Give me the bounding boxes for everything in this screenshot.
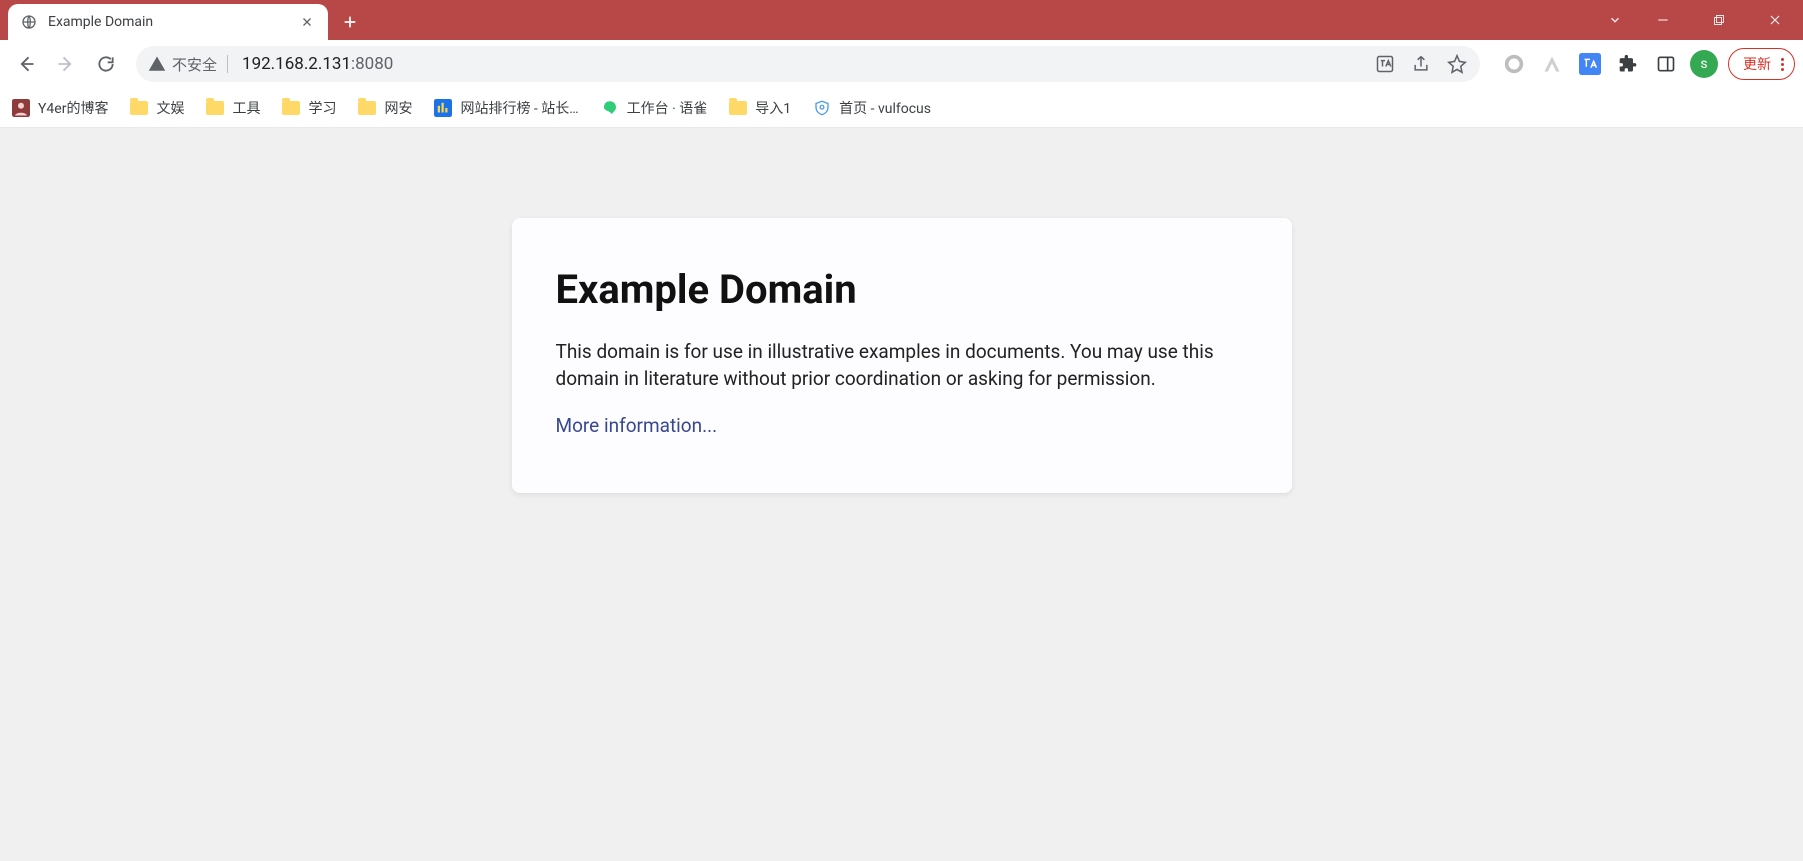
bookmark-label: 工作台 · 语雀: [627, 98, 708, 118]
bookmark-folder-gongju[interactable]: 工具: [206, 98, 260, 118]
tab-search-button[interactable]: [1595, 0, 1635, 40]
bookmark-site-ranking[interactable]: 网站排行榜 - 站长…: [434, 98, 578, 118]
minimize-button[interactable]: [1635, 0, 1691, 40]
toolbar-right: s 更新: [1492, 48, 1795, 80]
page-viewport: Example Domain This domain is for use in…: [0, 128, 1803, 861]
tab-title: Example Domain: [48, 14, 288, 30]
warning-icon: [148, 55, 166, 73]
folder-icon: [282, 99, 300, 117]
bookmark-folder-import1[interactable]: 导入1: [729, 98, 791, 118]
bookmark-label: 工具: [232, 98, 260, 118]
bookmarks-bar: Y4er的博客 文娱 工具 学习 网安 网站排行榜 - 站长… 工作台 · 语雀…: [0, 88, 1803, 128]
bookmark-label: 网站排行榜 - 站长…: [460, 98, 578, 118]
yuque-icon: [601, 99, 619, 117]
update-button[interactable]: 更新: [1728, 48, 1795, 80]
share-icon[interactable]: [1410, 53, 1432, 75]
extensions-puzzle-icon[interactable]: [1614, 50, 1642, 78]
avatar-initial: s: [1690, 50, 1718, 78]
globe-icon: [20, 13, 38, 31]
google-translate-ext-icon[interactable]: [1576, 50, 1604, 78]
folder-icon: [130, 99, 148, 117]
bookmark-folder-wangan[interactable]: 网安: [358, 98, 412, 118]
site-icon: [434, 99, 452, 117]
bookmark-star-icon[interactable]: [1446, 53, 1468, 75]
url-host: 192.168.2.131: [242, 54, 351, 74]
titlebar: Example Domain: [0, 0, 1803, 40]
bookmark-label: Y4er的博客: [38, 98, 108, 118]
kebab-menu-icon: [1777, 58, 1788, 71]
bookmark-label: 学习: [308, 98, 336, 118]
bookmark-folder-xuexi[interactable]: 学习: [282, 98, 336, 118]
bookmark-yuque[interactable]: 工作台 · 语雀: [601, 98, 708, 118]
bookmark-folder-wenyu[interactable]: 文娱: [130, 98, 184, 118]
close-window-button[interactable]: [1747, 0, 1803, 40]
url-port: :8080: [351, 54, 393, 74]
reload-button[interactable]: [88, 46, 124, 82]
side-panel-icon[interactable]: [1652, 50, 1680, 78]
bookmark-label: 文娱: [156, 98, 184, 118]
browser-tab[interactable]: Example Domain: [8, 4, 328, 40]
back-button[interactable]: [8, 46, 44, 82]
omnibox-actions: [1374, 53, 1468, 75]
bookmark-vulfocus[interactable]: 首页 - vulfocus: [813, 98, 931, 118]
maximize-button[interactable]: [1691, 0, 1747, 40]
update-label: 更新: [1743, 54, 1771, 74]
profile-avatar[interactable]: s: [1690, 50, 1718, 78]
page-heading: Example Domain: [556, 266, 1248, 313]
folder-icon: [729, 99, 747, 117]
security-indicator[interactable]: 不安全: [148, 54, 232, 75]
bookmark-label: 导入1: [755, 98, 791, 118]
divider: [227, 55, 228, 73]
folder-icon: [358, 99, 376, 117]
translate-page-icon[interactable]: [1374, 53, 1396, 75]
tab-close-button[interactable]: [298, 13, 316, 31]
shield-icon: [813, 99, 831, 117]
window-controls: [1595, 0, 1803, 40]
bookmark-label: 网安: [384, 98, 412, 118]
url-text: 192.168.2.131:8080: [242, 54, 1364, 74]
toolbar: 不安全 192.168.2.131:8080: [0, 40, 1803, 88]
new-tab-button[interactable]: [336, 8, 364, 36]
extension-a-icon[interactable]: [1538, 50, 1566, 78]
extension-circle-icon[interactable]: [1500, 50, 1528, 78]
insecure-label: 不安全: [172, 54, 217, 75]
bookmark-label: 首页 - vulfocus: [839, 98, 931, 118]
address-bar[interactable]: 不安全 192.168.2.131:8080: [136, 46, 1480, 82]
bookmark-y4er[interactable]: Y4er的博客: [12, 98, 108, 118]
page-body-text: This domain is for use in illustrative e…: [556, 339, 1248, 392]
content-card: Example Domain This domain is for use in…: [512, 218, 1292, 493]
forward-button[interactable]: [48, 46, 84, 82]
folder-icon: [206, 99, 224, 117]
more-information-link[interactable]: More information...: [556, 414, 718, 437]
avatar-icon: [12, 99, 30, 117]
